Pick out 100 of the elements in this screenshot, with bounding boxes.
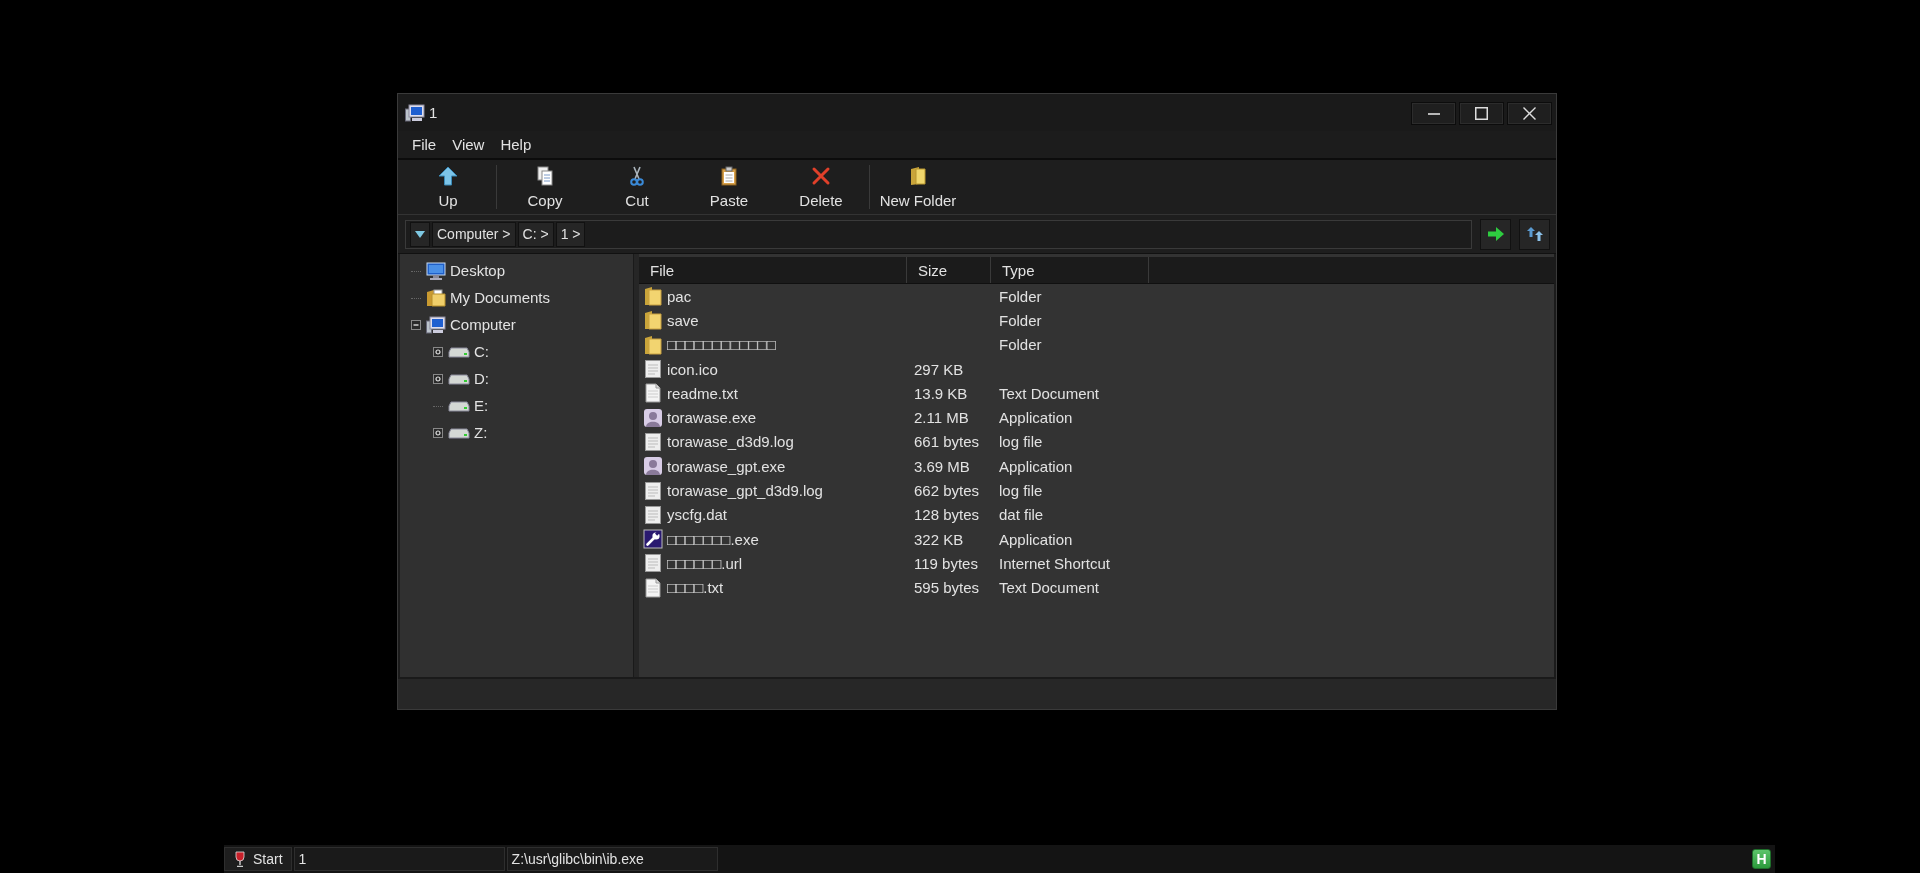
breadcrumb[interactable]: 1 > [555,221,586,247]
document-icon [643,431,663,452]
drive-icon [448,426,470,439]
file-name[interactable]: torawase_d3d9.log [667,433,794,451]
drive-icon [448,345,470,358]
file-type: Application [999,409,1073,427]
file-size: 3.69 MB [914,457,970,475]
close-icon [1523,107,1536,120]
close-button[interactable] [1507,102,1552,125]
column-header[interactable]: Type [991,257,1149,283]
scissors-icon [627,165,647,186]
toolbar-button[interactable]: Copy [499,160,591,214]
drive-icon [448,399,470,412]
taskbar-task[interactable]: 1 [293,847,505,871]
monitor-icon [426,261,446,280]
tree-item[interactable]: My Documents [450,289,551,306]
file-type: log file [999,433,1043,451]
file-type: dat file [999,506,1044,524]
start-button[interactable]: Start [224,847,292,871]
file-type: Folder [999,311,1042,329]
file-name[interactable]: torawase_gpt_d3d9.log [667,482,823,499]
breadcrumb[interactable]: Computer > [432,221,516,247]
menu-item[interactable]: File [404,136,445,153]
file-name[interactable]: icon.ico [667,360,718,378]
file-name[interactable]: save [667,311,699,329]
file-name[interactable]: □□□□□□□□□□□□ [667,336,776,354]
file-name[interactable]: torawase_gpt.exe [667,457,786,475]
maximize-icon [1475,107,1488,120]
file-name[interactable]: readme.txt [667,384,738,402]
toolbar-button[interactable]: Up [402,160,494,214]
column-header[interactable]: File [639,257,907,283]
clipboard-icon [719,165,739,186]
drive-icon [448,372,470,385]
file-size: 322 KB [914,530,964,548]
file-size: 128 bytes [914,506,980,524]
right-arrow-icon [1487,227,1504,241]
folder-icon [908,165,928,186]
column-header[interactable]: Size [907,257,991,283]
file-type: Folder [999,336,1042,354]
file-type: Text Document [999,579,1100,597]
toolbar-button[interactable]: New Folder [872,160,964,214]
file-name[interactable]: pac [667,287,692,305]
maximize-button[interactable] [1459,102,1504,125]
file-size: 297 KB [914,360,964,378]
up-arrow-icon [438,165,458,186]
minimize-button[interactable] [1411,102,1456,125]
go-button[interactable] [1480,218,1511,250]
expand-toggle-icon[interactable] [433,373,443,384]
file-name[interactable]: □□□□.txt [667,579,724,597]
file-size: 119 bytes [914,554,978,572]
person-silhouette-icon [643,407,663,428]
file-type: Text Document [999,384,1100,402]
menu-item[interactable]: View [444,136,493,153]
file-size: 13.9 KB [914,384,968,402]
document-icon [643,480,663,501]
file-type: Folder [999,287,1042,305]
file-size: 662 bytes [914,482,980,499]
toolbar-button[interactable]: Cut [591,160,683,214]
collapse-toggle-icon[interactable] [411,319,421,330]
window-title: 1 [429,104,438,121]
tree-item[interactable]: Desktop [450,262,506,279]
file-name[interactable]: torawase.exe [667,409,757,427]
tree-item[interactable]: Computer [450,316,516,333]
tree-item[interactable]: E: [474,397,489,414]
document-icon [643,504,663,525]
tree-item[interactable]: C: [474,343,489,360]
breadcrumb[interactable]: C: > [517,221,554,247]
file-type: Application [999,457,1073,475]
expand-toggle-icon[interactable] [433,427,443,438]
cross-icon [811,165,831,186]
tree-item[interactable]: Z: [474,424,488,441]
text-file-icon [643,577,663,598]
copy-icon [535,165,555,186]
toolbar-button[interactable]: Delete [775,160,867,214]
file-type: Application [999,530,1073,548]
dropdown-button[interactable] [410,221,430,247]
arrows-icon [1525,226,1544,242]
computer-icon [405,102,425,123]
toolbar-button[interactable]: Paste [683,160,775,214]
file-name[interactable]: □□□□□□□.exe [667,530,759,548]
address-field[interactable]: Computer > C: > 1 > [405,219,1472,249]
tree-item[interactable]: D: [474,370,489,387]
document-icon [643,553,663,574]
file-name[interactable]: yscfg.dat [667,506,728,524]
file-size: 595 bytes [914,579,980,597]
folder-icon [643,310,663,331]
taskbar-task[interactable]: Z:\usr\glibc\bin\ib.exe [506,847,718,871]
up-level-button[interactable] [1519,218,1550,250]
person-silhouette-icon [643,456,663,477]
file-name[interactable]: □□□□□□.url [667,554,743,572]
wine-glass-icon [235,851,245,867]
menu-item[interactable]: Help [492,136,540,153]
folder-icon [643,334,663,355]
minimize-icon [1427,112,1440,115]
folder-icon [643,286,663,307]
expand-toggle-icon[interactable] [433,346,443,357]
file-type: log file [999,482,1043,499]
document-icon [643,359,663,380]
wrench-icon [643,529,663,550]
file-type: Internet Shortcut [999,554,1110,572]
